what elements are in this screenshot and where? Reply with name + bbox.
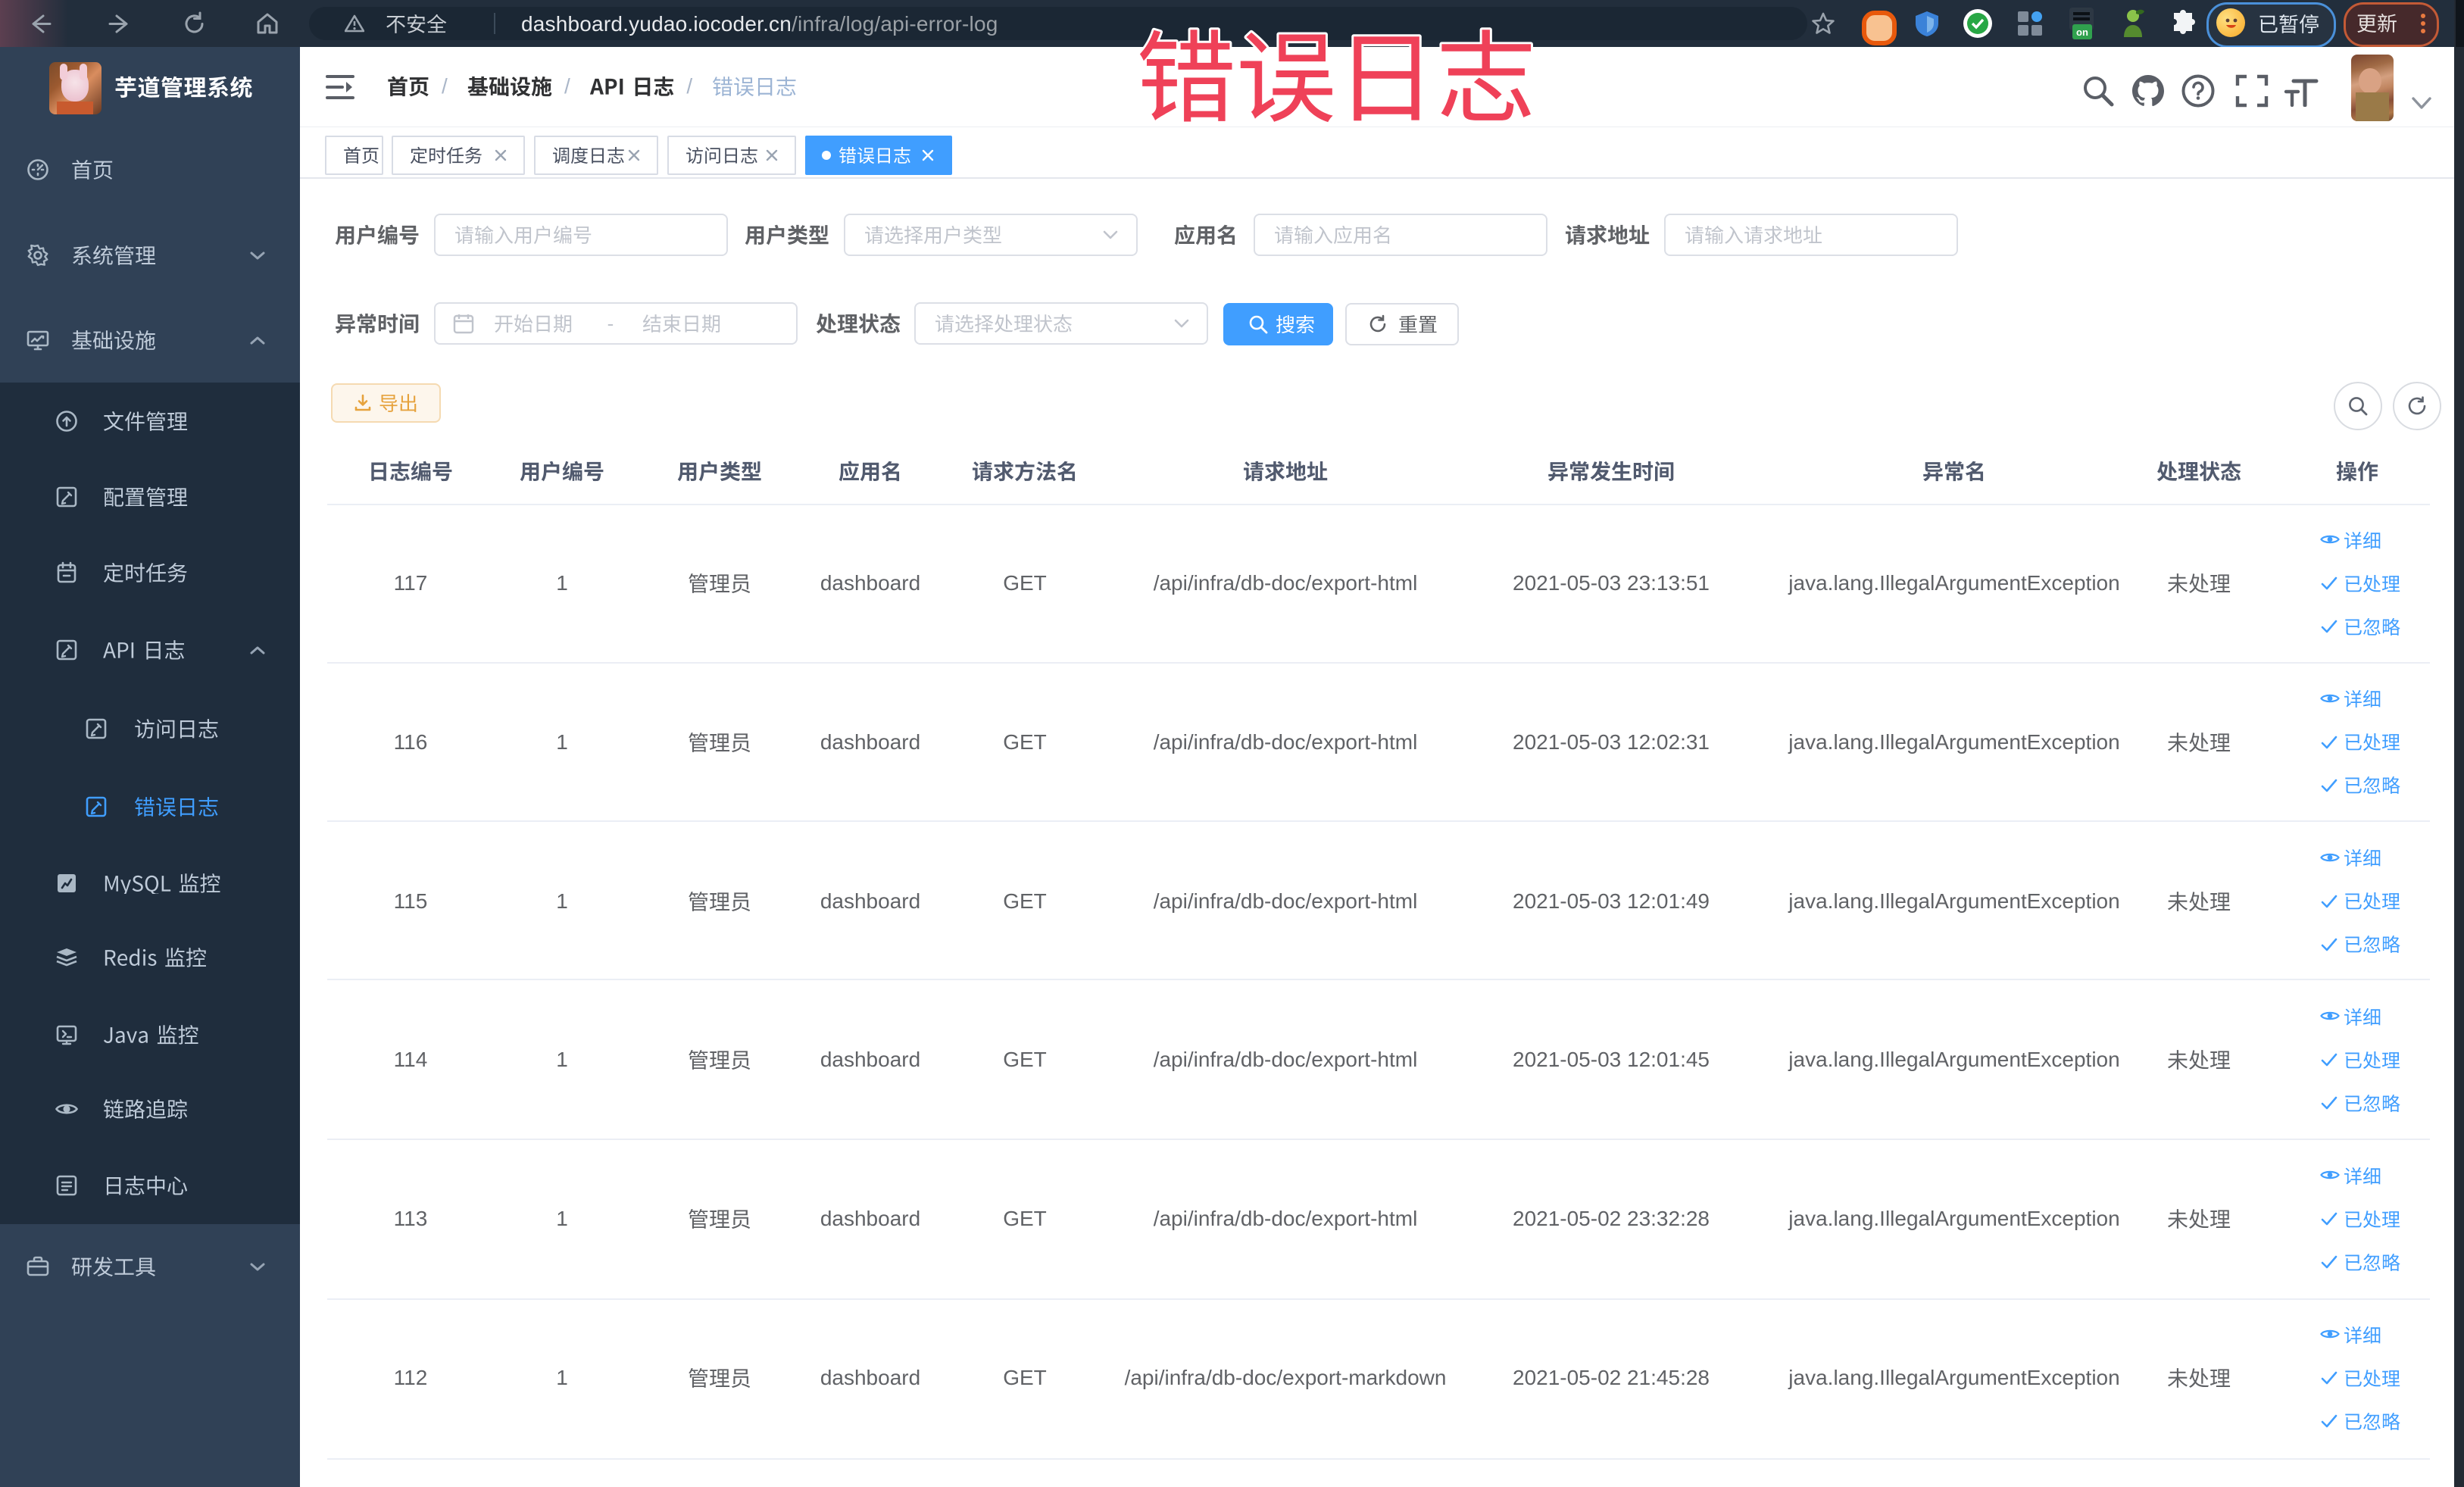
svg-text:on: on [2076, 27, 2088, 38]
